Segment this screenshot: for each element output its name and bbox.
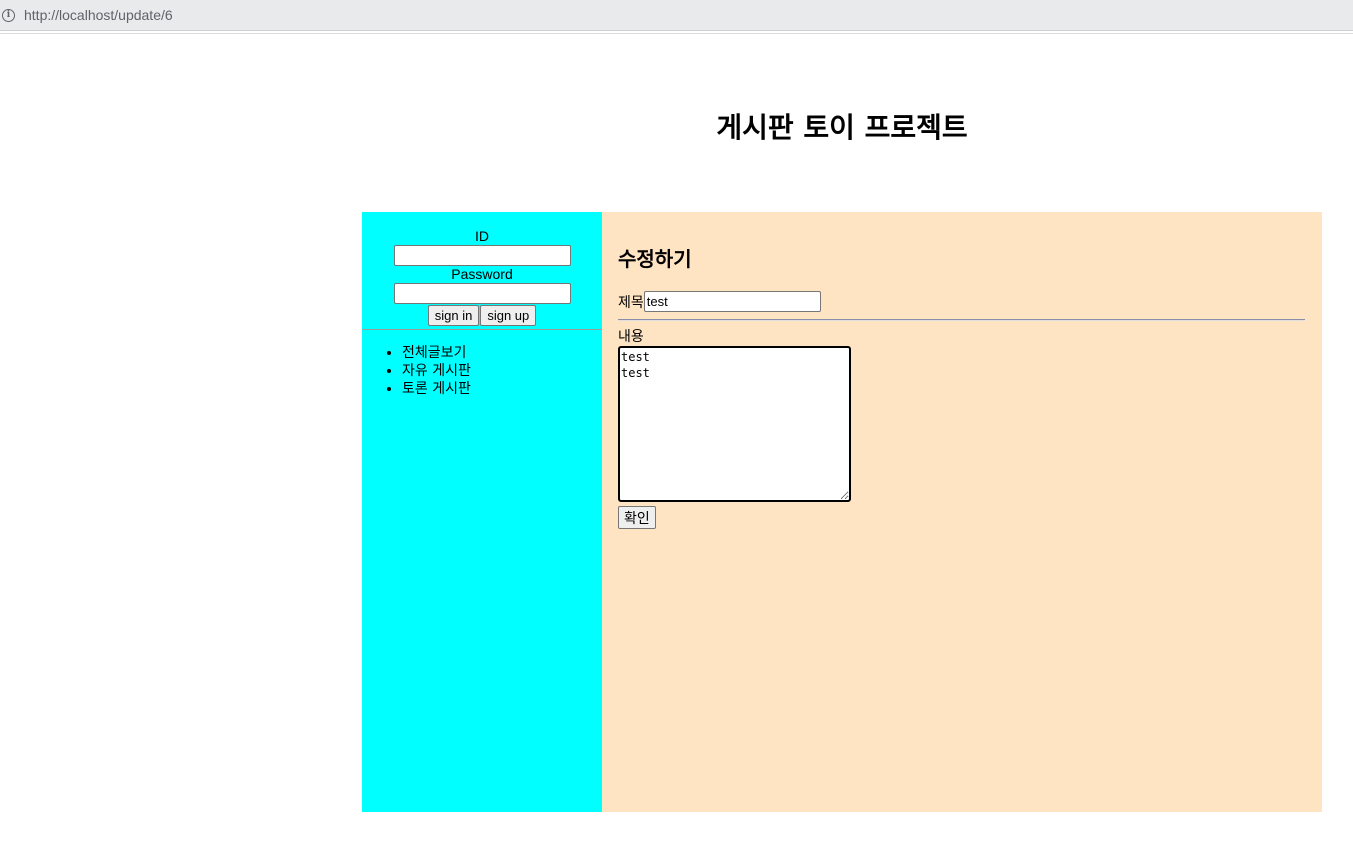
address-divider [0, 33, 1353, 34]
password-label: Password [451, 266, 513, 282]
title-label: 제목 [618, 294, 644, 311]
content-textarea[interactable]: test test [618, 346, 851, 502]
content-label: 내용 [618, 329, 644, 345]
id-label: ID [475, 228, 489, 244]
title-input[interactable] [643, 291, 821, 312]
login-box: ID Password sign in sign up [362, 212, 602, 330]
info-icon[interactable]: i [2, 8, 15, 22]
password-input[interactable] [393, 283, 571, 304]
address-url[interactable]: http://localhost/update/6 [24, 7, 173, 23]
main-content: 수정하기 제목 내용 test test 확인 [602, 212, 1322, 812]
sign-in-button[interactable]: sign in [427, 305, 480, 326]
title-row: 제목 [618, 291, 821, 312]
sidebar: ID Password sign in sign up 전체글보기 자유 게시판… [362, 212, 602, 812]
menu-item-discussion-board[interactable]: 토론 게시판 [402, 380, 602, 398]
divider [618, 319, 1305, 321]
sign-up-button[interactable]: sign up [480, 305, 537, 326]
submit-button[interactable]: 확인 [618, 506, 656, 529]
address-bar[interactable]: i http://localhost/update/6 [0, 0, 1353, 31]
page-title: 게시판 토이 프로젝트 [716, 111, 968, 144]
login-buttons: sign in sign up [362, 305, 602, 326]
edit-heading: 수정하기 [618, 247, 692, 271]
id-input[interactable] [393, 245, 571, 266]
menu-item-free-board[interactable]: 자유 게시판 [402, 362, 602, 380]
menu-item-all-posts[interactable]: 전체글보기 [402, 344, 602, 362]
board-menu: 전체글보기 자유 게시판 토론 게시판 [362, 344, 602, 398]
